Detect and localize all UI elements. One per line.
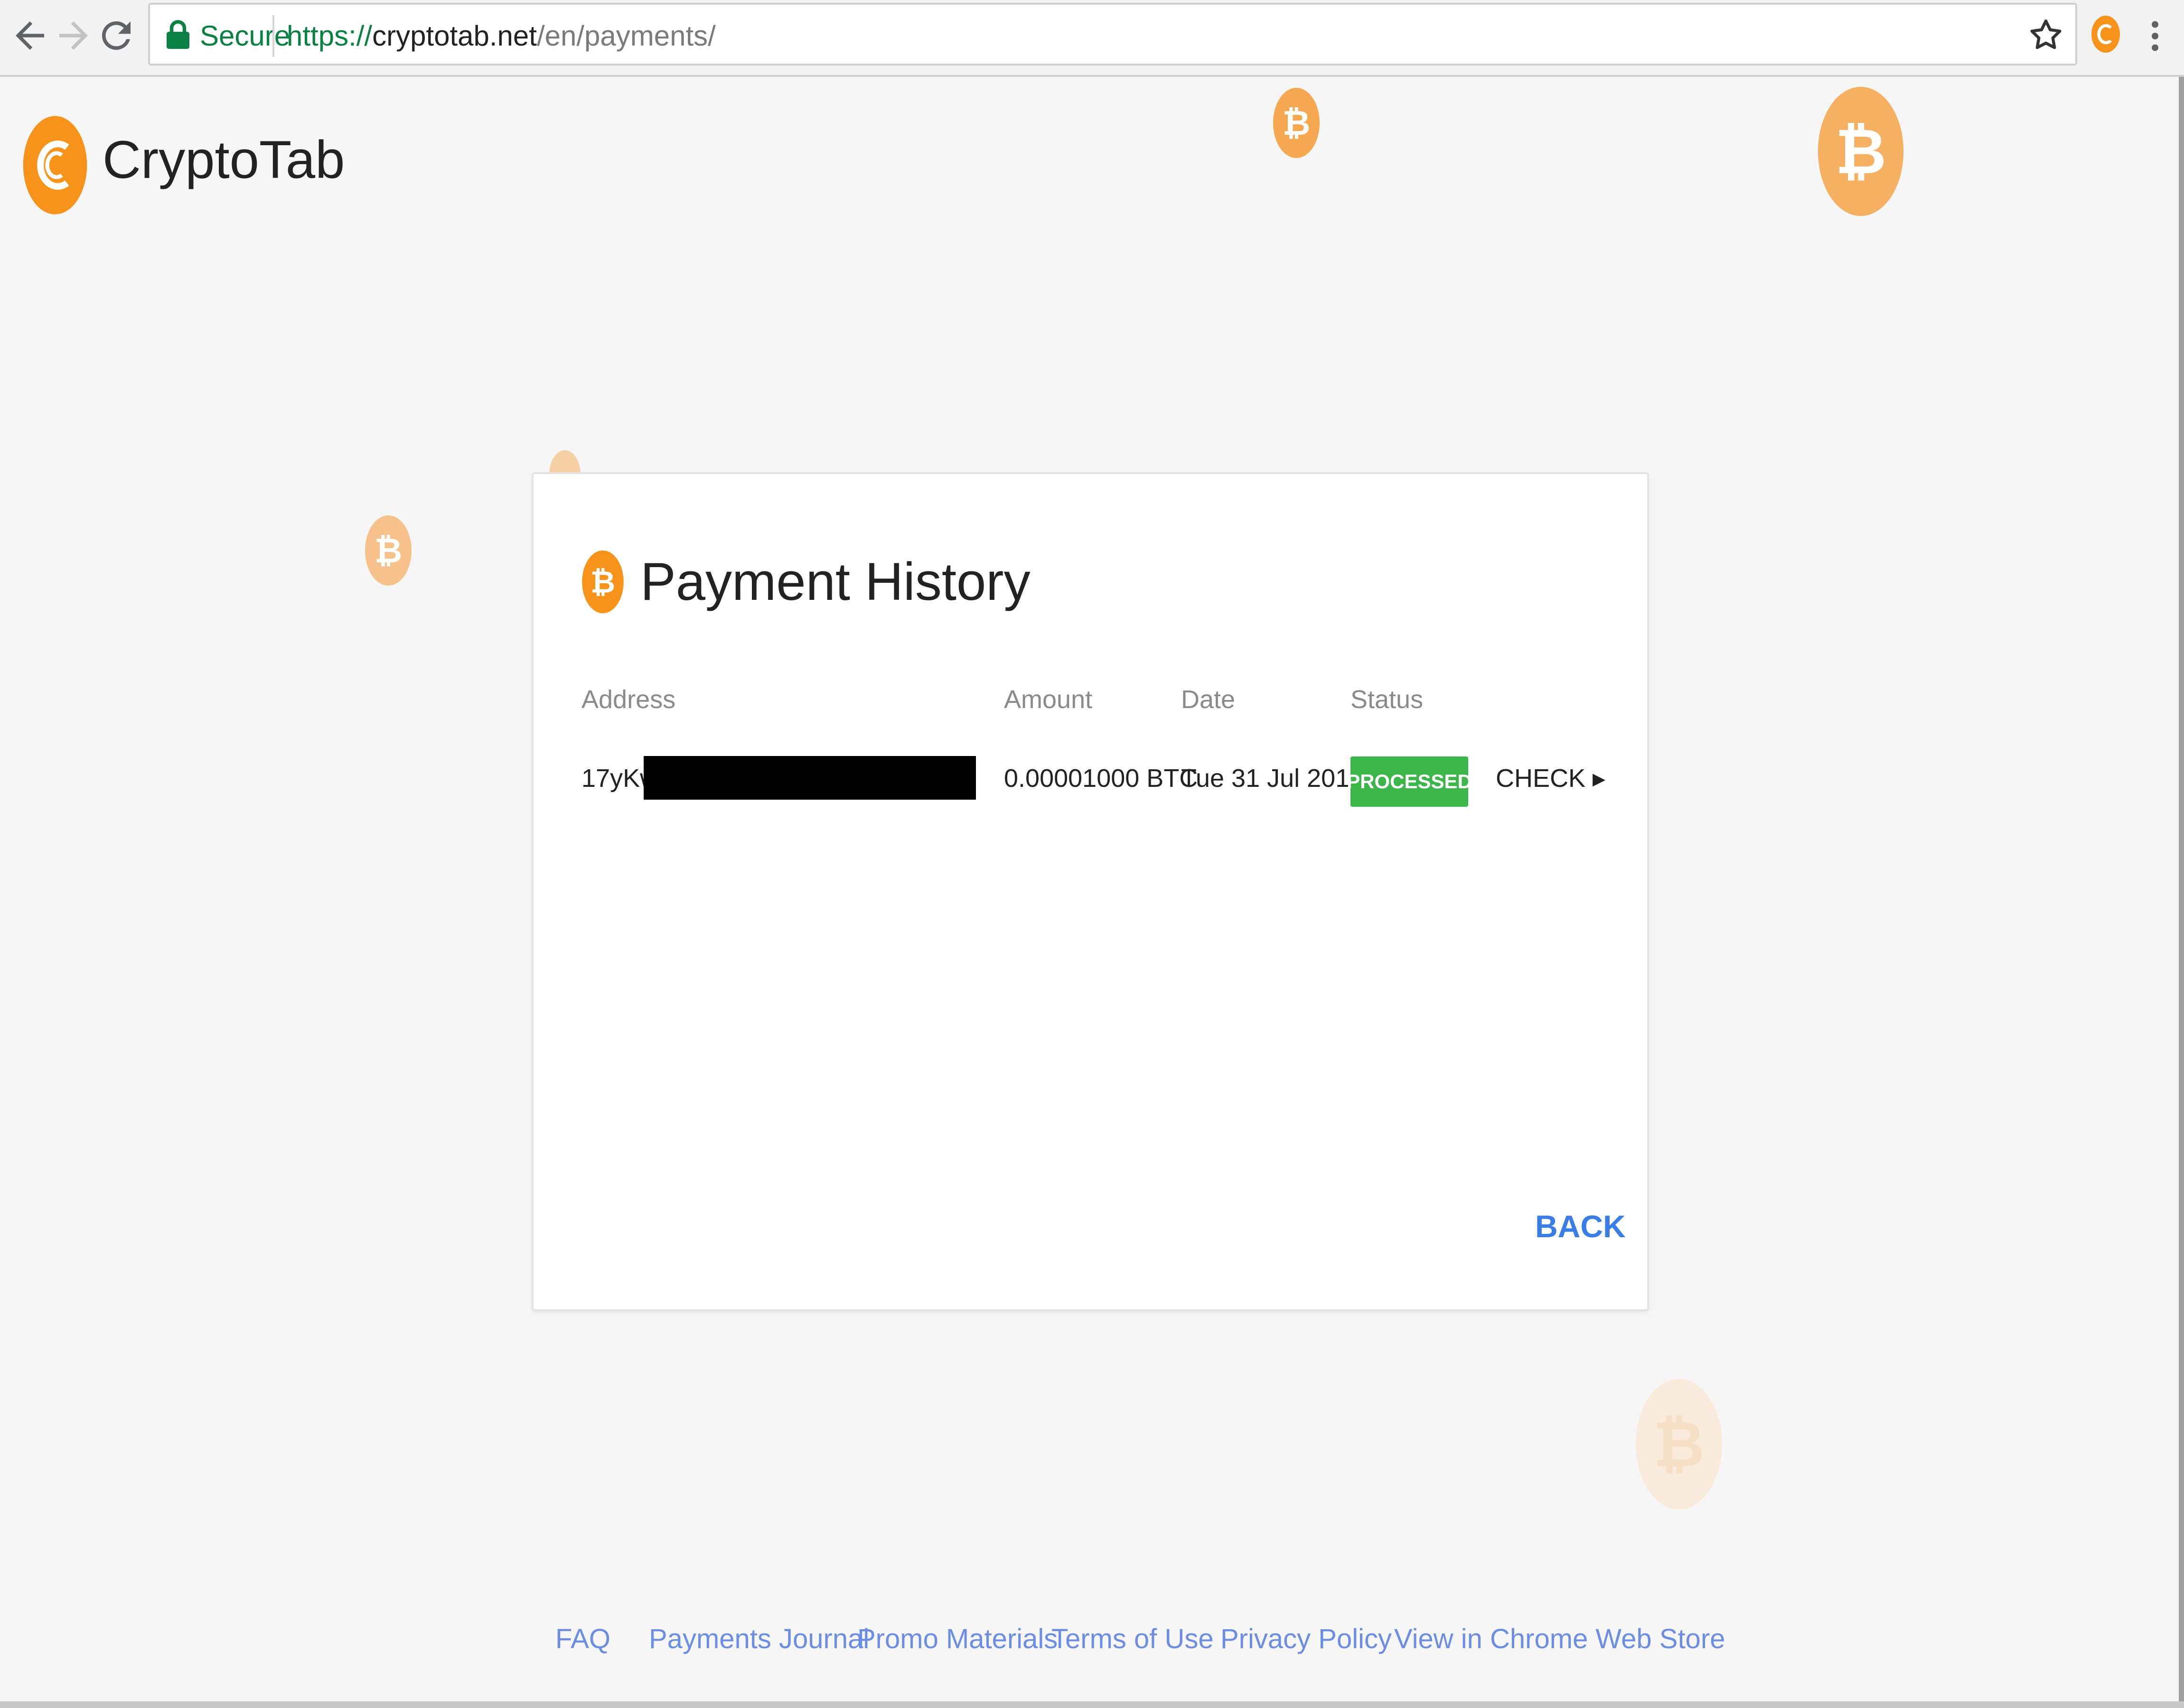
redacted-address-block bbox=[644, 756, 976, 800]
payment-history-card: ₿ Payment History Address Amount Date St… bbox=[532, 472, 1649, 1311]
lock-icon bbox=[167, 20, 189, 49]
bitcoin-coin-icon: ₿ bbox=[365, 515, 412, 586]
window-edge bbox=[0, 1701, 2184, 1708]
date-cell: Tue 31 Jul 2018 bbox=[1181, 764, 1364, 793]
bookmark-star-icon[interactable] bbox=[2026, 15, 2066, 55]
browser-menu-icon[interactable] bbox=[2146, 16, 2165, 56]
footer-link-chrome-web-store[interactable]: View in Chrome Web Store bbox=[1394, 1622, 1725, 1656]
bitcoin-coin-icon: ₿ bbox=[1273, 88, 1320, 158]
page-title: Payment History bbox=[640, 552, 1031, 611]
check-transaction-link[interactable]: CHECK ▸ bbox=[1496, 762, 1605, 795]
footer-link-terms-of-use[interactable]: Terms of Use bbox=[1051, 1622, 1214, 1656]
address-bar-divider bbox=[272, 15, 274, 57]
status-badge: PROCESSED bbox=[1347, 756, 1472, 807]
footer-link-payments-journal[interactable]: Payments Journal bbox=[649, 1622, 869, 1656]
brand-name[interactable]: CryptoTab bbox=[103, 129, 345, 191]
column-header-amount: Amount bbox=[1004, 685, 1093, 714]
footer-link-faq[interactable]: FAQ bbox=[555, 1622, 610, 1656]
back-button[interactable]: BACK bbox=[1535, 1207, 1626, 1245]
svg-text:₿: ₿ bbox=[1835, 115, 1886, 188]
forward-arrow-icon[interactable] bbox=[52, 14, 95, 57]
window-edge bbox=[2179, 77, 2184, 1708]
column-header-address: Address bbox=[581, 685, 676, 714]
column-header-date: Date bbox=[1181, 685, 1236, 714]
reload-icon[interactable] bbox=[95, 14, 138, 57]
footer-link-promo-materials[interactable]: Promo Materials bbox=[857, 1622, 1058, 1656]
svg-text:₿: ₿ bbox=[591, 564, 615, 600]
cryptotab-logo-icon[interactable] bbox=[22, 114, 88, 216]
cryptotab-extension-icon[interactable] bbox=[2090, 14, 2121, 54]
amount-cell: 0.00001000 BTC bbox=[1004, 764, 1198, 793]
back-arrow-icon[interactable] bbox=[9, 14, 51, 57]
svg-text:₿: ₿ bbox=[1283, 103, 1311, 143]
bitcoin-coin-icon: ₿ bbox=[582, 550, 624, 614]
footer-link-privacy-policy[interactable]: Privacy Policy bbox=[1220, 1622, 1392, 1656]
address-bar[interactable]: Secure https://cryptotab.net/en/payments… bbox=[148, 3, 2077, 65]
url-text[interactable]: https://cryptotab.net/en/payments/ bbox=[287, 19, 716, 53]
browser-toolbar: Secure https://cryptotab.net/en/payments… bbox=[0, 0, 2184, 77]
column-header-status: Status bbox=[1350, 685, 1424, 714]
svg-text:₿: ₿ bbox=[375, 531, 403, 570]
secure-label: Secure bbox=[200, 20, 291, 52]
svg-text:₿: ₿ bbox=[1653, 1408, 1705, 1482]
bitcoin-coin-icon: ₿ bbox=[1818, 86, 1904, 216]
bitcoin-coin-icon: ₿ bbox=[1635, 1379, 1723, 1510]
